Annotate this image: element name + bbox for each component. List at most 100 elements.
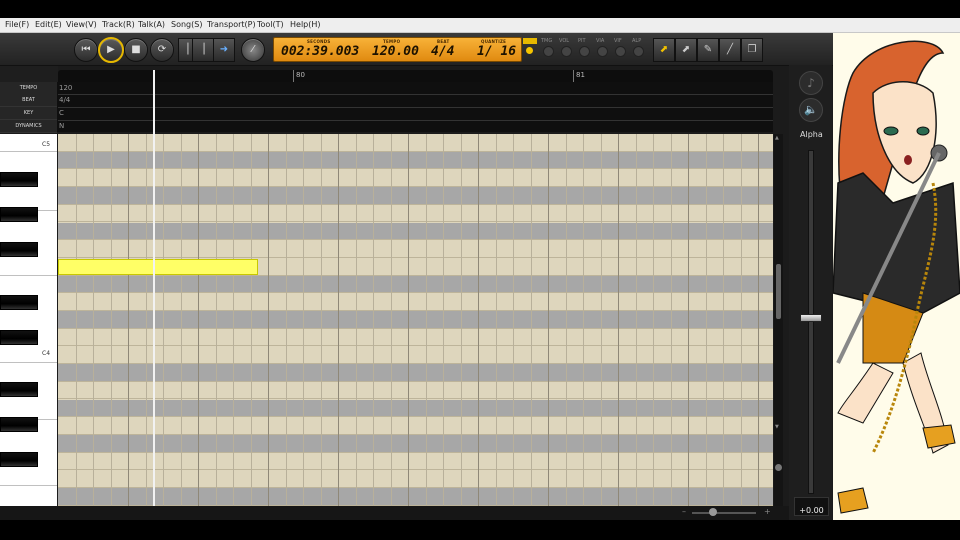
menu-tool[interactable]: Tool(T) [257,19,284,31]
grid-row[interactable] [58,328,773,347]
timeline-ruler[interactable]: 80 81 [58,70,773,82]
grid-column-line [758,134,759,506]
grid-row[interactable] [58,364,773,382]
param-via-knob[interactable] [597,46,608,57]
play-button[interactable]: ▶ [98,37,124,63]
param-vif[interactable]: VIF [614,38,622,44]
playhead-marker[interactable] [153,70,155,134]
param-vif-knob[interactable] [615,46,626,57]
grid-row[interactable] [58,311,773,329]
horizontal-zoom-track[interactable] [692,512,756,514]
grid-row[interactable] [58,434,773,453]
pencil-tool-button[interactable]: ✎ [697,38,719,62]
param-alp[interactable]: ALP [632,38,641,44]
zoom-slider-thumb[interactable] [775,464,782,471]
scrollbar-thumb[interactable] [776,264,781,319]
menu-edit[interactable]: Edit(E) [35,19,62,31]
grid-row[interactable] [58,187,773,205]
menu-file[interactable]: File(F) [5,19,29,31]
speaker-button[interactable]: 🔈 [799,98,823,122]
piano-black-key[interactable] [0,382,38,397]
menu-help[interactable]: Help(H) [290,19,321,31]
grid-column-line [338,134,339,506]
grid-row[interactable] [58,151,773,170]
grid-column-line [443,134,444,506]
param-via[interactable]: VIA [596,38,604,44]
param-vol[interactable]: VOL [559,38,569,44]
singer-button[interactable]: ♪ [799,71,823,95]
tempo-value[interactable]: 120.00 [372,44,419,60]
stop-button[interactable]: ■ [124,38,148,62]
follow-button[interactable]: ➜ [213,38,235,62]
grid-row[interactable] [58,417,773,435]
param-alp-knob[interactable] [633,46,644,57]
grid-row[interactable] [58,346,773,365]
note-param-dot [526,47,533,54]
menu-talk[interactable]: Talk(A) [138,19,165,31]
menu-transport[interactable]: Transport(P) [207,19,256,31]
dynamics-track-value[interactable]: N [59,120,64,132]
select-tool-button[interactable]: ⬈ [653,38,675,62]
horizontal-zoom-thumb[interactable] [709,508,717,516]
scroll-up-icon[interactable]: ▲ [775,135,779,141]
zoom-in-icon[interactable]: + [764,507,771,516]
grid-column-line [565,134,567,506]
grid-column-line [425,134,427,506]
note-param-indicator[interactable] [523,38,537,44]
menu-song[interactable]: Song(S) [171,19,202,31]
piano-black-key[interactable] [0,242,38,257]
param-vol-knob[interactable] [561,46,572,57]
grid-row[interactable] [58,452,773,471]
param-tmg-knob[interactable] [543,46,554,57]
menu-bar: File(F) Edit(E) View(V) Track(R) Talk(A)… [0,18,960,33]
grid-row[interactable] [58,381,773,400]
piano-keyboard[interactable]: C5 C4 [0,134,57,508]
measure-line-80 [293,70,294,82]
rewind-button[interactable]: ⏮ [74,38,98,62]
piano-black-key[interactable] [0,452,38,467]
vertical-scrollbar[interactable]: ▲ ▼ [774,134,783,506]
grid-row[interactable] [58,222,773,241]
piano-roll-grid[interactable] [58,134,773,506]
grid-row[interactable] [58,204,773,223]
piano-black-key[interactable] [0,207,38,222]
menu-track[interactable]: Track(R) [102,19,135,31]
alpha-slider-track[interactable] [808,150,814,494]
window-tool-button[interactable]: ❐ [741,38,763,62]
range-select-tool-button[interactable]: ⬈ [675,38,697,62]
grid-row[interactable] [58,169,773,188]
note-block[interactable] [58,259,258,275]
playhead-line [153,134,155,506]
tempo-track-value[interactable]: 120 [59,82,72,94]
grid-row[interactable] [58,134,773,152]
loop-button[interactable]: ⟳ [150,38,174,62]
param-pit-knob[interactable] [579,46,590,57]
grid-row[interactable] [58,470,773,488]
grid-row[interactable] [58,240,773,258]
param-tmg[interactable]: TMG [541,38,552,44]
grid-row[interactable] [58,399,773,418]
loop-end-button[interactable]: ⎥ [192,38,214,62]
alpha-slider-thumb[interactable] [800,314,822,322]
param-pit[interactable]: PIT [578,38,586,44]
volume-knob[interactable]: ⁄ [241,38,265,62]
piano-black-key[interactable] [0,172,38,187]
key-label-c4: C4 [42,350,51,357]
grid-row[interactable] [58,293,773,311]
scroll-down-icon[interactable]: ▼ [775,424,779,430]
piano-black-key[interactable] [0,330,38,345]
key-track-value[interactable]: C [59,107,64,119]
menu-view[interactable]: View(V) [66,19,97,31]
grid-row[interactable] [58,275,773,294]
zoom-out-icon[interactable]: – [682,507,686,516]
beat-value[interactable]: 4/4 [431,44,454,60]
quantize-value[interactable]: 1/ 16 [477,44,516,60]
pointer-icon: ⬈ [659,44,669,55]
piano-black-key[interactable] [0,417,38,432]
grid-column-line [530,134,532,506]
piano-black-key[interactable] [0,295,38,310]
grid-row[interactable] [58,488,773,506]
beat-track-value[interactable]: 4/4 [59,94,70,106]
track-divider [58,120,773,121]
line-tool-button[interactable]: ╱ [719,38,741,62]
